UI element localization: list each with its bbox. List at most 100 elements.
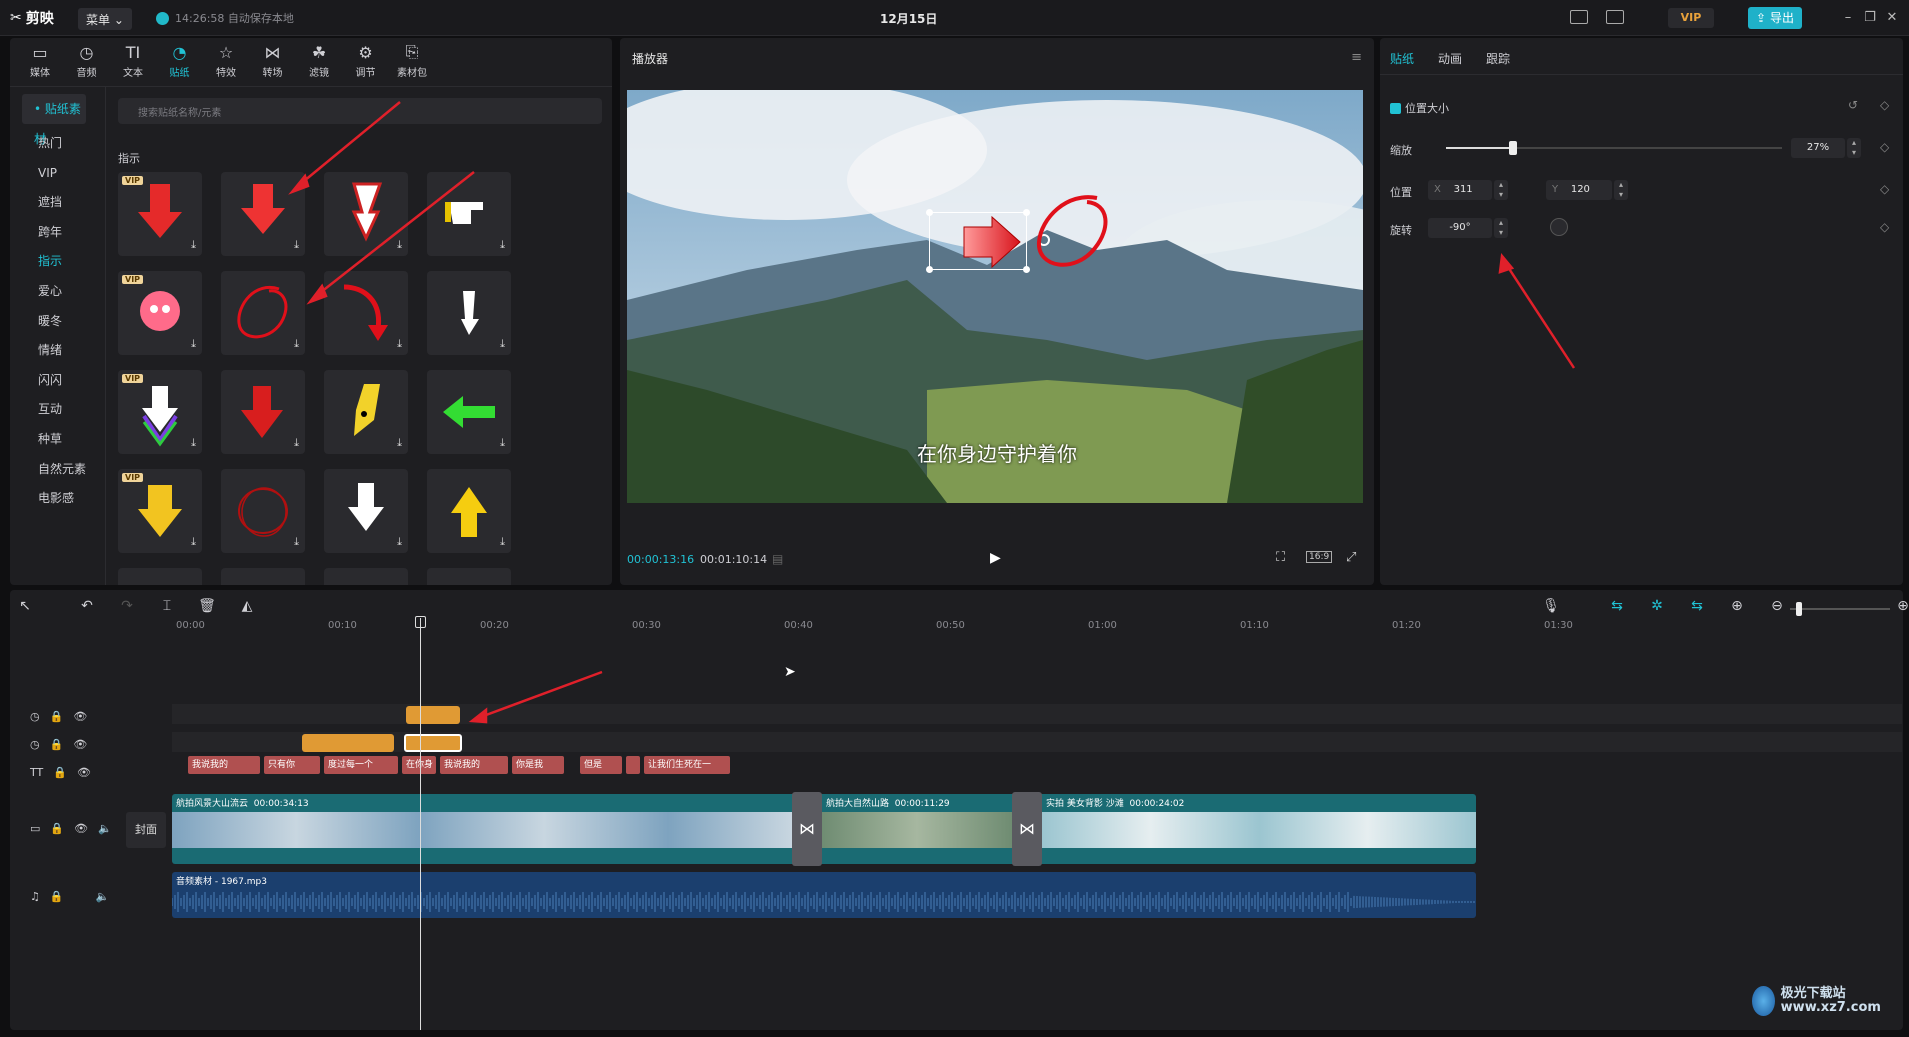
sticker-tile-rainbow-arrow-down[interactable]: VIP ⤓: [118, 370, 202, 454]
sticker-tile-yellow-arrow-up[interactable]: ⤓: [427, 469, 511, 553]
text-clip[interactable]: 你是我: [512, 756, 564, 774]
sticker-tile-white-arrow-down[interactable]: ⤓: [427, 271, 511, 355]
tab-sticker[interactable]: 贴纸: [1390, 50, 1414, 67]
select-tool-icon[interactable]: ↖: [14, 598, 36, 618]
text-clip[interactable]: 只有你: [264, 756, 320, 774]
download-icon[interactable]: ⤓: [397, 238, 402, 252]
y-input[interactable]: Y 120: [1546, 180, 1612, 200]
download-icon[interactable]: ⤓: [294, 238, 299, 252]
keyframe-icon[interactable]: ◇: [1880, 140, 1889, 154]
play-icon[interactable]: ▶: [990, 550, 1001, 566]
lock-icon[interactable]: 🔒: [50, 738, 64, 751]
text-clip[interactable]: 但是: [580, 756, 622, 774]
tool-sticker[interactable]: ◔ 贴纸: [154, 40, 206, 84]
clock-icon[interactable]: ◷: [30, 738, 40, 751]
reset-icon[interactable]: ↺: [1848, 98, 1858, 112]
sticker-tile-pink-monster[interactable]: VIP ⤓: [118, 271, 202, 355]
eye-icon[interactable]: 👁: [73, 710, 87, 723]
delete-icon[interactable]: 🗑: [196, 598, 218, 618]
cover-button[interactable]: 封面: [126, 812, 166, 848]
tool-audio[interactable]: ◷ 音频: [61, 40, 113, 84]
snap-toggle-icon[interactable]: ✲: [1646, 598, 1668, 618]
sidebar-item-6[interactable]: 暖冬: [10, 306, 98, 336]
rotate-input[interactable]: -90°: [1428, 218, 1492, 238]
transition-icon[interactable]: ⋈: [792, 792, 822, 866]
download-icon[interactable]: ⤓: [294, 535, 299, 549]
x-input[interactable]: X 311: [1428, 180, 1492, 200]
video-clip-3[interactable]: 实拍 美女背影 沙滩 00:00:24:02: [1046, 796, 1184, 809]
scale-slider-thumb[interactable]: [1509, 141, 1518, 155]
playhead-handle[interactable]: [415, 616, 426, 628]
link-toggle-icon[interactable]: ⇆: [1606, 598, 1628, 618]
download-icon[interactable]: ⤓: [397, 535, 402, 549]
sticker-clip-arrow-selected[interactable]: [404, 734, 462, 752]
mirror-icon[interactable]: ◭: [236, 598, 258, 618]
list-icon[interactable]: ▤: [772, 552, 783, 566]
sidebar-head-sticker-material[interactable]: • 贴纸素材: [22, 94, 86, 146]
sidebar-item-7[interactable]: 情绪: [10, 335, 98, 365]
zoom-slider-thumb[interactable]: [1796, 602, 1802, 616]
sticker-selection-box[interactable]: [926, 209, 1030, 273]
lock-icon[interactable]: 🔒: [50, 710, 64, 723]
sidebar-item-10[interactable]: 种草: [10, 424, 98, 454]
keyframe-icon[interactable]: ◇: [1880, 220, 1889, 234]
menu-button[interactable]: 菜单 ⌄: [78, 8, 132, 30]
scale-stepper[interactable]: ▴ ▾: [1847, 138, 1861, 158]
text-clip[interactable]: [626, 756, 640, 774]
sticker-tile-red-arrow-down[interactable]: ⤓: [221, 172, 305, 256]
text-clip[interactable]: 让我们生死在一: [644, 756, 730, 774]
fullscreen-icon[interactable]: ⤢: [1346, 550, 1356, 565]
keyframe-icon[interactable]: ◇: [1880, 182, 1889, 196]
lock-icon[interactable]: 🔒: [53, 766, 67, 779]
sidebar-item-1[interactable]: VIP: [10, 158, 98, 188]
sticker-tile-red-white-arrow-down[interactable]: ⤓: [324, 172, 408, 256]
keyboard-icon[interactable]: [1570, 10, 1588, 24]
rotate-dial-icon[interactable]: [1550, 218, 1568, 236]
sticker-clip-circle[interactable]: [406, 706, 460, 724]
sidebar-item-8[interactable]: 闪闪: [10, 365, 98, 395]
sticker-tile-partial[interactable]: [221, 568, 305, 585]
sticker-clip-hand[interactable]: [302, 734, 394, 752]
speaker-icon[interactable]: 🔈: [98, 822, 112, 835]
zoom-out-icon[interactable]: ⊖: [1766, 598, 1788, 618]
download-icon[interactable]: ⤓: [191, 238, 196, 252]
sidebar-item-9[interactable]: 互动: [10, 394, 98, 424]
sticker-tile-partial[interactable]: [118, 568, 202, 585]
sidebar-item-5[interactable]: 爱心: [10, 276, 98, 306]
minimize-icon[interactable]: –: [1840, 10, 1856, 26]
sticker-tile-pointing-hand[interactable]: ⤓: [427, 172, 511, 256]
layout-icon[interactable]: [1606, 10, 1624, 24]
sidebar-item-2[interactable]: 遮挡: [10, 187, 98, 217]
video-clip-2[interactable]: 航拍大自然山路 00:00:11:29: [826, 796, 950, 809]
sticker-tile-partial[interactable]: [324, 568, 408, 585]
video-preview[interactable]: 在你身边守护着你: [627, 90, 1363, 503]
sticker-tile-red-circle[interactable]: ⤓: [221, 271, 305, 355]
download-icon[interactable]: ⤓: [500, 535, 505, 549]
download-icon[interactable]: ⤓: [397, 337, 402, 351]
clock-icon[interactable]: ◷: [30, 710, 40, 723]
eye-icon[interactable]: 👁: [74, 822, 88, 835]
download-icon[interactable]: ⤓: [397, 436, 402, 450]
sticker-tile-yellow-3d-arrow-down[interactable]: VIP ⤓: [118, 469, 202, 553]
preview-axis-icon[interactable]: ⇆: [1686, 598, 1708, 618]
text-clip[interactable]: 我说我的: [440, 756, 508, 774]
tool-text[interactable]: TI 文本: [107, 40, 159, 84]
vip-badge[interactable]: VIP: [1668, 8, 1714, 28]
tool-media[interactable]: ▭ 媒体: [14, 40, 66, 84]
y-stepper[interactable]: ▴ ▾: [1614, 180, 1628, 200]
tab-tracking[interactable]: 跟踪: [1486, 50, 1510, 67]
position-size-section[interactable]: 位置大小: [1390, 100, 1449, 116]
text-clip[interactable]: 我说我的: [188, 756, 260, 774]
scale-input[interactable]: 27%: [1791, 138, 1845, 158]
sticker-tile-red-scribble-circle[interactable]: ⤓: [221, 469, 305, 553]
playhead[interactable]: [420, 618, 421, 1030]
sticker-tile-green-arrow-left[interactable]: ⤓: [427, 370, 511, 454]
text-clip[interactable]: 在你身: [402, 756, 436, 774]
redo-icon[interactable]: ↷: [116, 598, 138, 618]
sidebar-item-4[interactable]: 指示: [10, 246, 98, 276]
tool-package[interactable]: ⎘ 素材包: [386, 40, 438, 84]
aspect-ratio-button[interactable]: 16:9: [1306, 551, 1333, 563]
close-icon[interactable]: ✕: [1884, 10, 1900, 26]
resize-handle[interactable]: [926, 209, 933, 216]
download-icon[interactable]: ⤓: [500, 238, 505, 252]
